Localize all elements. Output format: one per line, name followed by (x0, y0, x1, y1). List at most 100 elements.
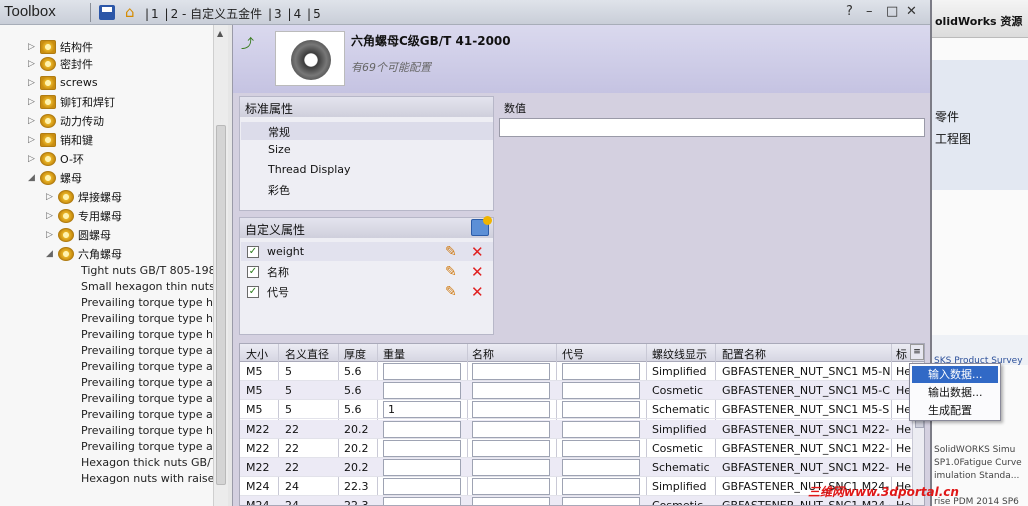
weight-input[interactable] (383, 459, 461, 476)
edit-icon[interactable]: ✎ (445, 284, 457, 300)
column-header[interactable]: 厚度 (344, 346, 366, 362)
help-button[interactable]: ? (846, 4, 853, 19)
resource-part[interactable]: 零件 (935, 108, 959, 125)
minimize-button[interactable]: – (866, 4, 873, 19)
table-row[interactable]: M5 5 5.6 Cosmetic GBFASTENER_NUT_SNC1 M5-C He (240, 381, 912, 401)
delete-icon[interactable]: ✕ (471, 243, 484, 261)
tree-item-special-nuts[interactable]: ▷ 专用螺母 (46, 206, 122, 225)
tree-leaf[interactable]: Prevailing torque type aPre (81, 392, 213, 408)
tree-leaf[interactable]: Prevailing torque type all-n (81, 344, 213, 360)
std-property-item[interactable]: Size (268, 143, 291, 156)
expand-icon[interactable]: ▷ (28, 97, 40, 107)
tree-item-weld-nuts[interactable]: ▷ 焊接螺母 (46, 187, 122, 206)
tree-leaf[interactable]: Tight nuts GB/T 805-1988 (81, 264, 213, 280)
name-input[interactable] (472, 401, 550, 419)
name-input[interactable] (472, 382, 550, 400)
column-header[interactable]: 名称 (472, 346, 494, 362)
news-item[interactable]: imulation Standa... (934, 471, 1019, 481)
collapse-icon[interactable]: ◢ (28, 173, 40, 183)
menu-item-generate-config[interactable]: 生成配置 (912, 402, 998, 419)
name-input[interactable] (472, 363, 550, 380)
tree-leaf[interactable]: Prevailing torque type hexa (81, 296, 213, 312)
name-input[interactable] (472, 459, 550, 476)
weight-input[interactable] (383, 420, 461, 438)
column-header[interactable]: 名义直径 (285, 346, 329, 362)
custom-property-row[interactable]: ✓ weight ✎ ✕ (241, 242, 493, 261)
custom-property-row[interactable]: ✓ 名称 ✎ ✕ (241, 262, 493, 281)
tree-leaf[interactable]: Prevailing torque type all-n (81, 360, 213, 376)
table-row[interactable]: M5 5 5.6 Simplified GBFASTENER_NUT_SNC1 M5-N… (240, 362, 912, 381)
table-row[interactable]: M22 22 20.2 Simplified GBFASTENER_NUT_SNC1 M… (240, 419, 912, 439)
news-item[interactable]: SP1.0Fatigue Curve (934, 458, 1022, 468)
table-row[interactable]: M22 22 20.2 Schematic GBFASTENER_NUT_SNC1 M2… (240, 458, 912, 477)
expand-icon[interactable]: ▷ (46, 211, 58, 221)
delete-icon[interactable]: ✕ (471, 263, 484, 281)
column-header[interactable]: 螺纹线显示 (652, 346, 707, 362)
expand-icon[interactable]: ▷ (28, 135, 40, 145)
weight-input[interactable] (383, 439, 461, 457)
tree-leaf[interactable]: Prevailing torque type hexa (81, 424, 213, 440)
value-input[interactable] (499, 118, 925, 137)
name-input[interactable] (472, 420, 550, 438)
link-3[interactable]: 3 (274, 7, 282, 21)
expand-icon[interactable]: ▷ (46, 192, 58, 202)
expand-icon[interactable]: ▷ (28, 78, 40, 88)
link-1[interactable]: 1 (151, 7, 159, 21)
close-button[interactable]: ✕ (906, 4, 917, 19)
tree-leaf[interactable]: Prevailing torque type hexa (81, 328, 213, 344)
std-property-item[interactable]: 常规 (241, 122, 493, 140)
tree-leaf[interactable]: Prevailing torque type all-n (81, 408, 213, 424)
tree-item-nuts[interactable]: ◢ 螺母 (28, 168, 82, 187)
table-row[interactable]: M5 5 5.6 Schematic GBFASTENER_NUT_SNC1 M5-S H… (240, 400, 912, 420)
tree-scrollbar[interactable]: ▲ (213, 25, 228, 506)
weight-input[interactable] (383, 478, 461, 496)
save-icon[interactable] (99, 5, 115, 20)
checkbox[interactable]: ✓ (247, 285, 259, 298)
expand-icon[interactable]: ▷ (28, 42, 40, 52)
tree-leaf[interactable]: Prevailing torque type all-n (81, 440, 213, 456)
tree-leaf[interactable]: Prevailing torque type hexa (81, 312, 213, 328)
tree-leaf[interactable]: Hexagon nuts with raised f (81, 472, 213, 488)
back-arrow-icon[interactable]: ⤴ (241, 33, 257, 52)
checkbox[interactable]: ✓ (247, 245, 259, 258)
delete-icon[interactable]: ✕ (471, 283, 484, 301)
tree-item-hex-nuts[interactable]: ◢ 六角螺母 (46, 244, 122, 263)
std-property-item[interactable]: 彩色 (268, 182, 290, 198)
resource-drawing[interactable]: 工程图 (935, 130, 971, 147)
edit-icon[interactable]: ✎ (445, 264, 457, 280)
tree-item-rivets[interactable]: ▷ 铆钉和焊钉 (28, 92, 115, 111)
add-property-icon[interactable] (471, 216, 492, 236)
link-5[interactable]: 5 (313, 7, 321, 21)
tree-leaf[interactable]: Small hexagon thin nuts-Fi (81, 280, 213, 296)
expand-icon[interactable]: ▷ (46, 230, 58, 240)
tree-leaf[interactable]: Hexagon thick nuts GB/T 5 (81, 456, 213, 472)
expand-icon[interactable]: ▷ (28, 116, 40, 126)
menu-item-export-data[interactable]: 输出数据... (912, 384, 998, 401)
column-header[interactable]: 代号 (562, 346, 584, 362)
table-row[interactable]: M22 22 20.2 Cosmetic GBFASTENER_NUT_SNC1 M22… (240, 439, 912, 458)
name-input[interactable] (472, 497, 550, 505)
weight-input[interactable]: 1 (383, 401, 461, 419)
tree-item-screws[interactable]: ▷ screws (28, 73, 98, 92)
column-header[interactable]: 大小 (246, 346, 268, 362)
tree-item-pins-keys[interactable]: ▷ 销和键 (28, 130, 93, 149)
news-item[interactable]: SolidWORKS Simu (934, 445, 1015, 455)
code-input[interactable] (562, 478, 640, 496)
code-input[interactable] (562, 497, 640, 505)
code-input[interactable] (562, 401, 640, 419)
menu-item-import-data[interactable]: 输入数据... (912, 366, 998, 383)
checkbox[interactable]: ✓ (247, 265, 259, 278)
table-menu-icon[interactable]: ≡ (910, 344, 924, 360)
tree-item-power-transmission[interactable]: ▷ 动力传动 (28, 111, 104, 130)
maximize-button[interactable]: □ (886, 4, 898, 19)
tree-item-o-rings[interactable]: ▷ O-环 (28, 149, 84, 168)
code-input[interactable] (562, 439, 640, 457)
link-4[interactable]: 4 (294, 7, 302, 21)
name-input[interactable] (472, 478, 550, 496)
code-input[interactable] (562, 459, 640, 476)
code-input[interactable] (562, 363, 640, 380)
home-icon[interactable]: ⌂ (125, 3, 135, 21)
column-header[interactable]: 配置名称 (722, 346, 766, 362)
code-input[interactable] (562, 382, 640, 400)
weight-input[interactable] (383, 382, 461, 400)
